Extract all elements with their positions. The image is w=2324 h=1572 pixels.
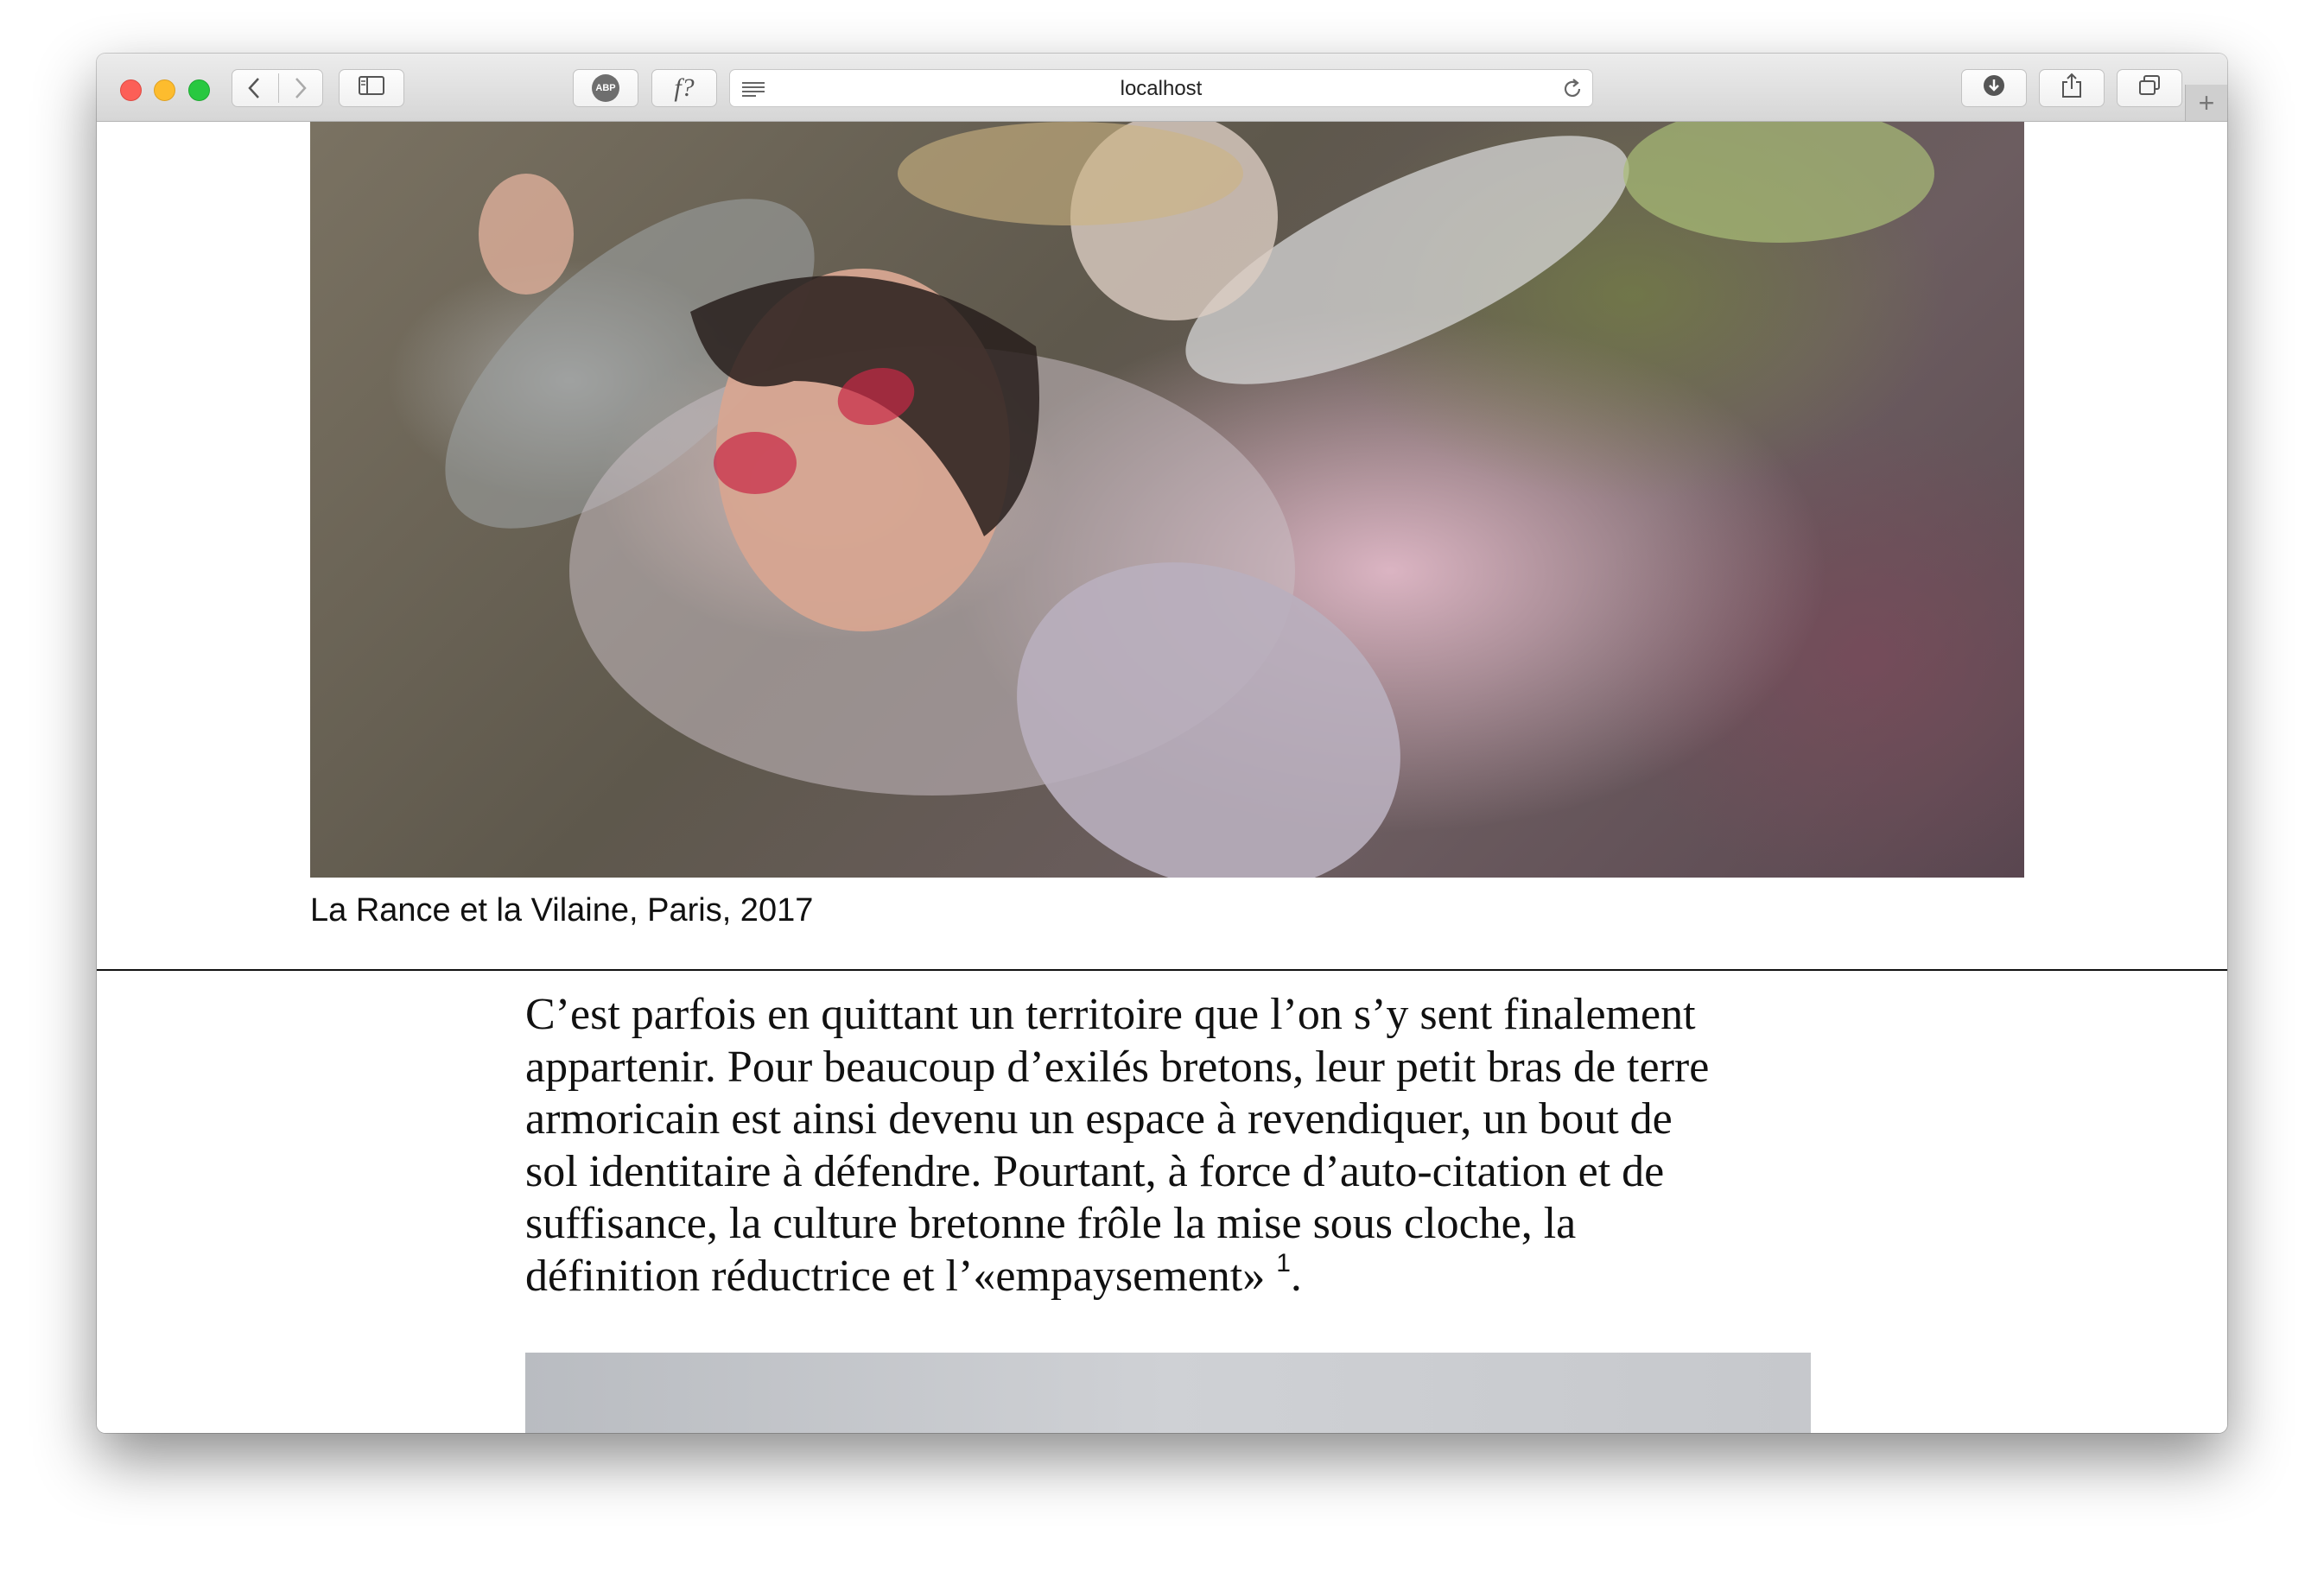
paragraph-line: définition réductrice et l’«empaysement» (525, 1251, 1277, 1301)
paragraph-end: . (1290, 1251, 1302, 1301)
browser-toolbar: ABP f? localhost + (97, 54, 2227, 122)
paragraph-line: armoricain est ainsi devenu un espace à … (525, 1094, 1673, 1144)
adblock-button[interactable]: ABP (573, 69, 638, 107)
new-tab-button[interactable]: + (2185, 85, 2227, 121)
address-bar[interactable]: localhost (729, 69, 1593, 107)
sidebar-button[interactable] (339, 69, 404, 107)
minimize-window-button[interactable] (154, 79, 175, 101)
url-text: localhost (1120, 77, 1203, 100)
chevron-left-icon[interactable] (244, 75, 265, 107)
second-article-photo (525, 1353, 1811, 1433)
divider-line (97, 969, 2227, 971)
sidebar-icon (358, 75, 385, 102)
paragraph-line: sol identitaire à défendre. Pourtant, à … (525, 1146, 1665, 1196)
share-button[interactable] (2039, 69, 2105, 107)
article-photo (310, 122, 2024, 878)
font-extension-button[interactable]: f? (651, 69, 717, 107)
article-paragraph: C’est parfois en quittant un territoire … (525, 989, 1821, 1303)
download-icon (1981, 73, 2007, 105)
downloads-button[interactable] (1961, 69, 2027, 107)
paragraph-line: suffisance, la culture bretonne frôle la… (525, 1199, 1577, 1248)
footnote-link[interactable]: 1 (1276, 1249, 1291, 1277)
paragraph-line: appartenir. Pour beaucoup d’exilés breto… (525, 1042, 1710, 1092)
font-extension-label: f? (674, 73, 695, 102)
zoom-window-button[interactable] (188, 79, 210, 101)
close-window-button[interactable] (120, 79, 142, 101)
tabs-icon (2137, 73, 2162, 104)
adblock-icon: ABP (592, 74, 619, 102)
paragraph-line: C’est parfois en quittant un territoire … (525, 990, 1696, 1039)
back-forward-group (232, 69, 323, 107)
photo-caption: La Rance et la Vilaine, Paris, 2017 (310, 892, 814, 929)
share-icon (2060, 72, 2084, 105)
page-content: La Rance et la Vilaine, Paris, 2017 C’es… (97, 122, 2227, 1433)
chevron-right-icon[interactable] (289, 75, 310, 107)
reload-icon[interactable] (1561, 78, 1584, 105)
show-tabs-button[interactable] (2117, 69, 2182, 107)
browser-window: ABP f? localhost + La Rance et la Vilain… (97, 54, 2227, 1433)
plus-icon: + (2198, 86, 2215, 118)
